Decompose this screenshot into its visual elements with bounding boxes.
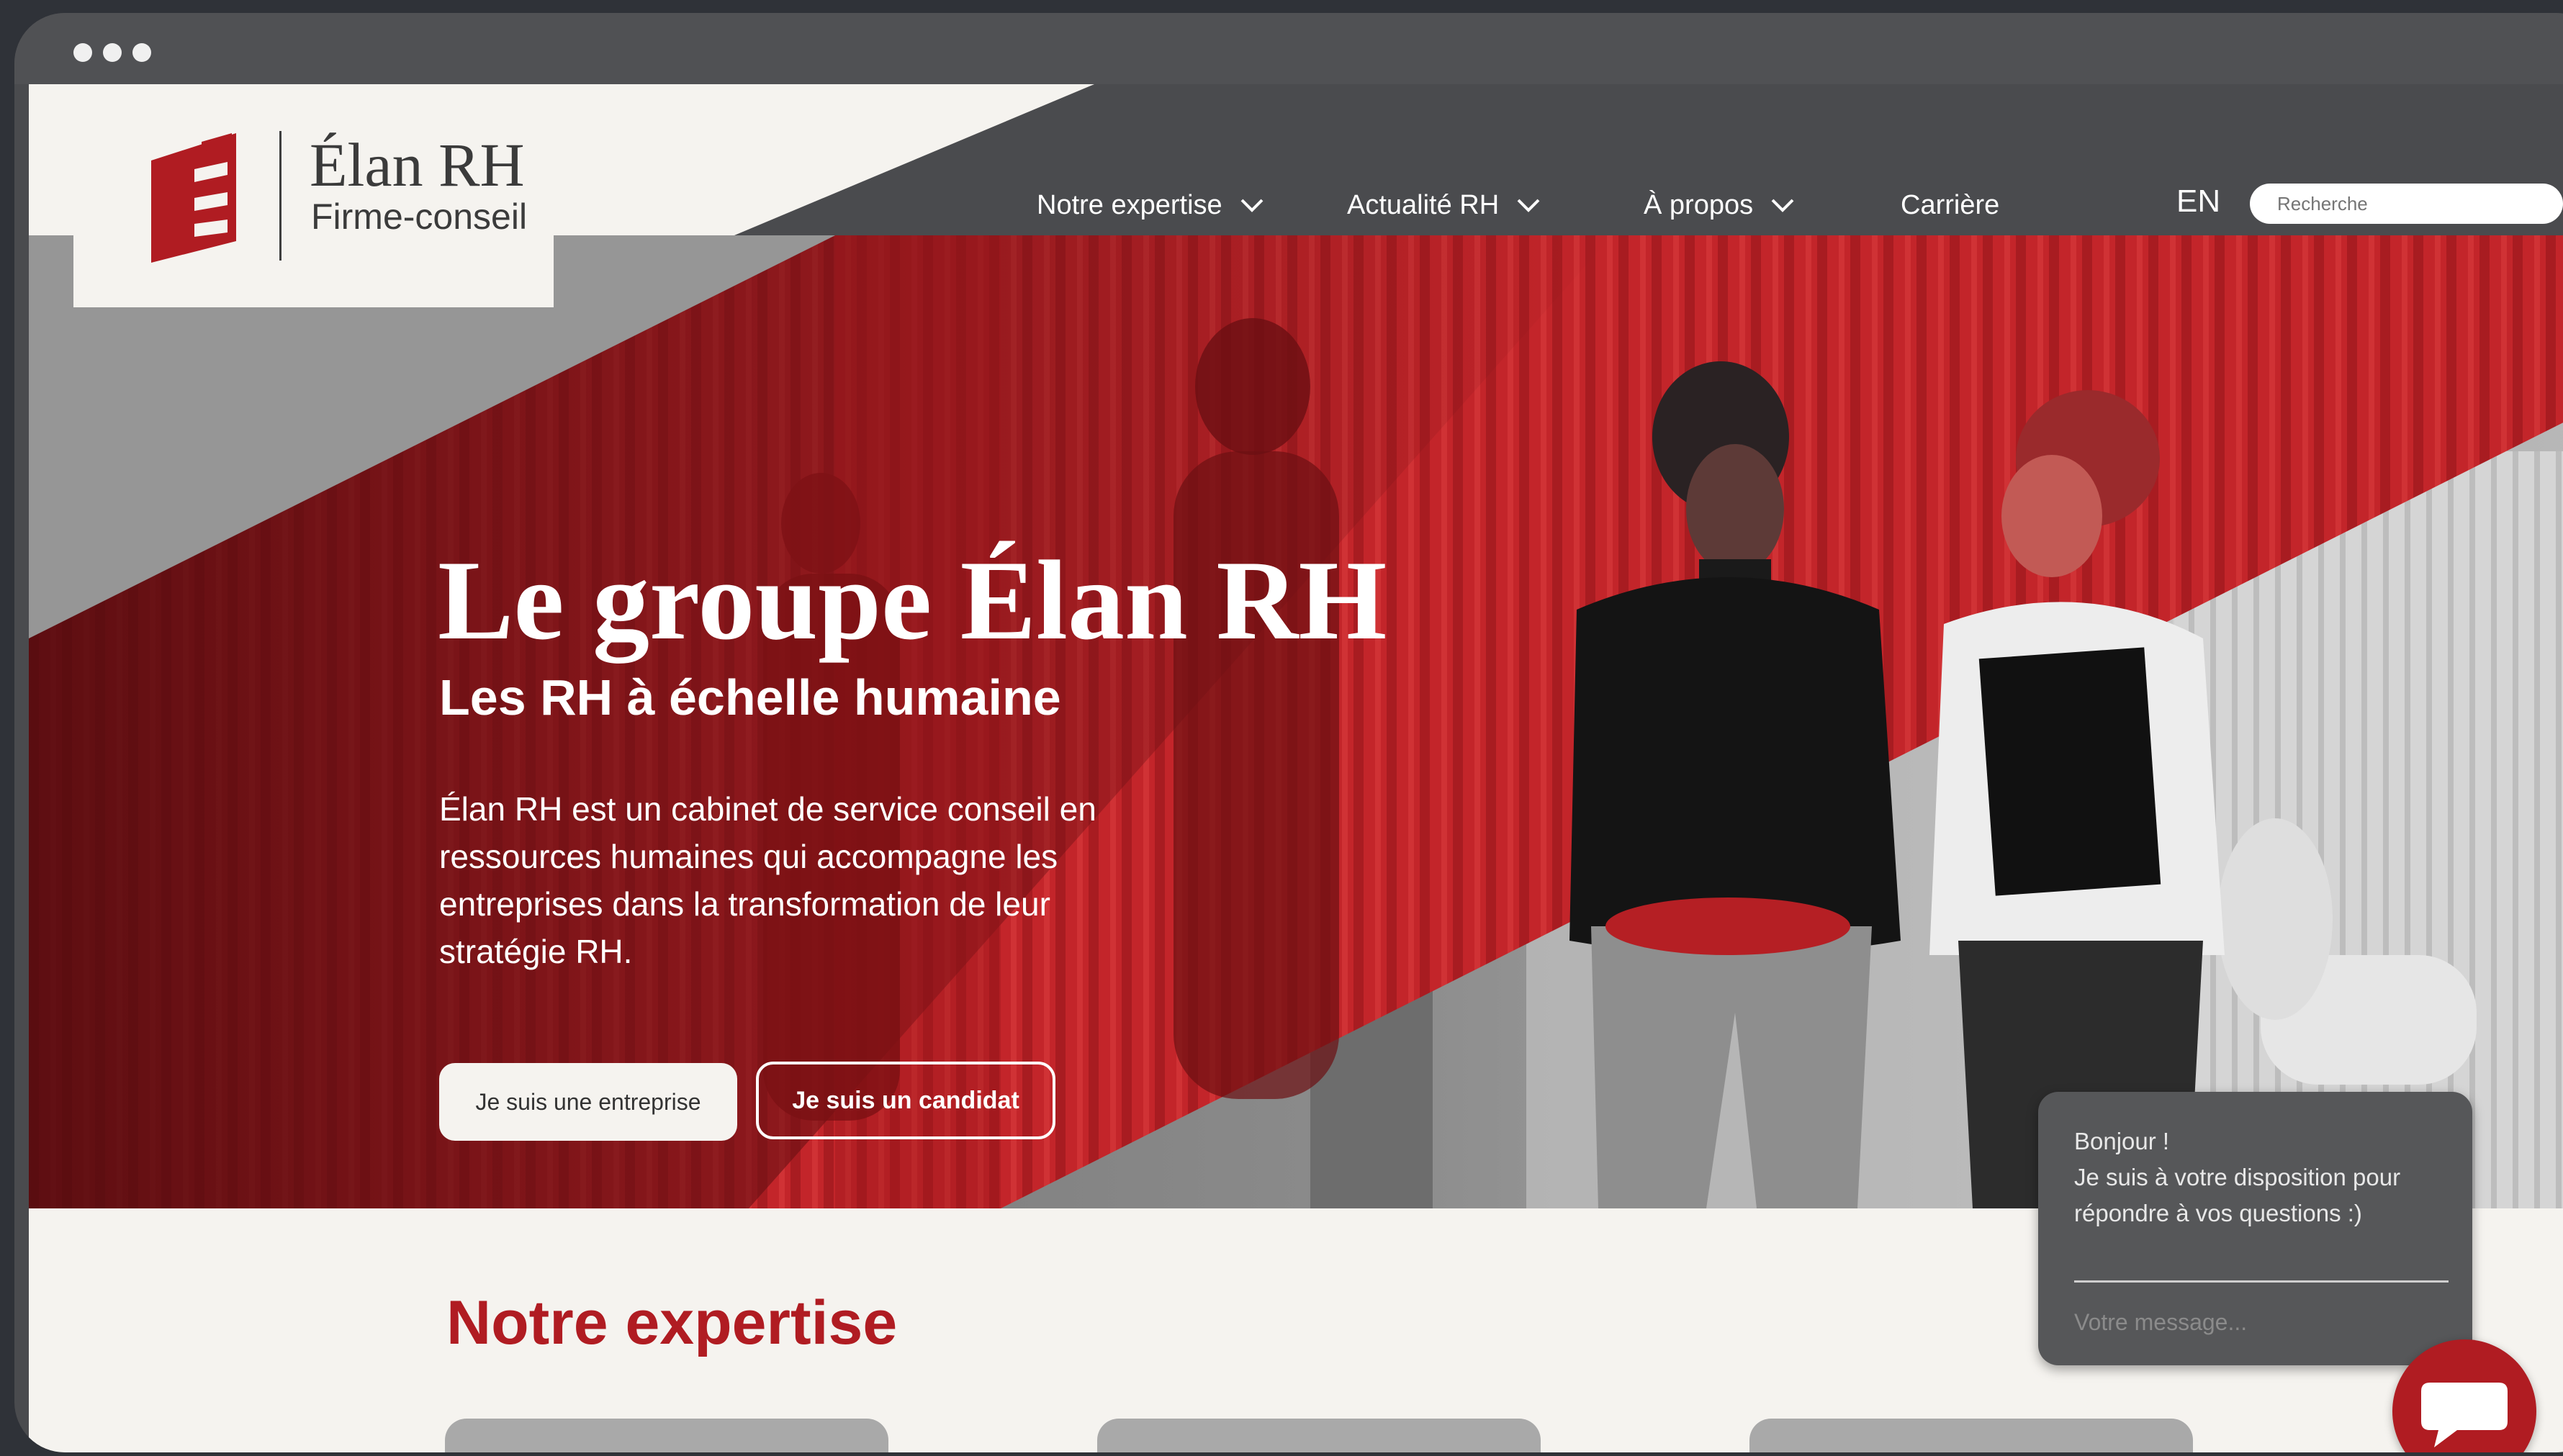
- window-control-dot[interactable]: [132, 43, 151, 62]
- chevron-down-icon: [1240, 199, 1264, 212]
- chat-bubble-icon: [2421, 1383, 2508, 1447]
- language-toggle[interactable]: EN: [2176, 184, 2220, 220]
- nav-item-label: Actualité RH: [1347, 189, 1500, 220]
- candidate-button[interactable]: Je suis un candidat: [756, 1062, 1055, 1139]
- chat-greeting: Bonjour ! Je suis à votre disposition po…: [2074, 1128, 2401, 1226]
- hero-description: Élan RH est un cabinet de service consei…: [439, 790, 1096, 970]
- expertise-card[interactable]: [1749, 1419, 2193, 1452]
- expertise-card[interactable]: [1097, 1419, 1541, 1452]
- logo-box[interactable]: Élan RH Firme-conseil: [73, 84, 554, 307]
- nav-item-actualite-rh[interactable]: Actualité RH: [1347, 184, 1541, 227]
- search-input[interactable]: [2250, 184, 2563, 224]
- chat-divider: [2074, 1280, 2449, 1283]
- hero-photo: [29, 235, 2563, 1208]
- nav-item-label: Notre expertise: [1037, 189, 1222, 220]
- browser-title-bar: [14, 13, 2563, 84]
- brand-tagline: Firme-conseil: [311, 196, 528, 237]
- hero-title: Le groupe Élan RH: [438, 538, 1387, 664]
- chevron-down-icon: [1771, 199, 1794, 212]
- nav-item-carriere[interactable]: Carrière: [1901, 184, 1999, 227]
- chat-message-input[interactable]: [2074, 1301, 2377, 1344]
- window-control-dot[interactable]: [73, 43, 92, 62]
- website-page: Le groupe Élan RH Les RH à échelle humai…: [29, 84, 2563, 1452]
- nav-item-notre-expertise[interactable]: Notre expertise: [1037, 184, 1264, 227]
- hero-section: Le groupe Élan RH Les RH à échelle humai…: [29, 235, 2563, 1208]
- brand-name: Élan RH: [310, 130, 525, 199]
- nav-item-a-propos[interactable]: À propos: [1644, 184, 1795, 227]
- logo-divider: [279, 131, 281, 261]
- expertise-card[interactable]: [445, 1419, 888, 1452]
- section-title: Notre expertise: [446, 1288, 898, 1357]
- chevron-down-icon: [1517, 199, 1540, 212]
- nav-item-label: À propos: [1644, 189, 1754, 220]
- elan-logo-icon: [151, 133, 236, 263]
- window-control-dot[interactable]: [103, 43, 122, 62]
- company-button[interactable]: Je suis une entreprise: [439, 1063, 737, 1141]
- hero-subtitle: Les RH à échelle humaine: [439, 669, 1061, 725]
- chat-widget: Bonjour ! Je suis à votre disposition po…: [2038, 1092, 2472, 1365]
- nav-item-label: Carrière: [1901, 189, 2000, 220]
- browser-window: Le groupe Élan RH Les RH à échelle humai…: [14, 13, 2563, 1452]
